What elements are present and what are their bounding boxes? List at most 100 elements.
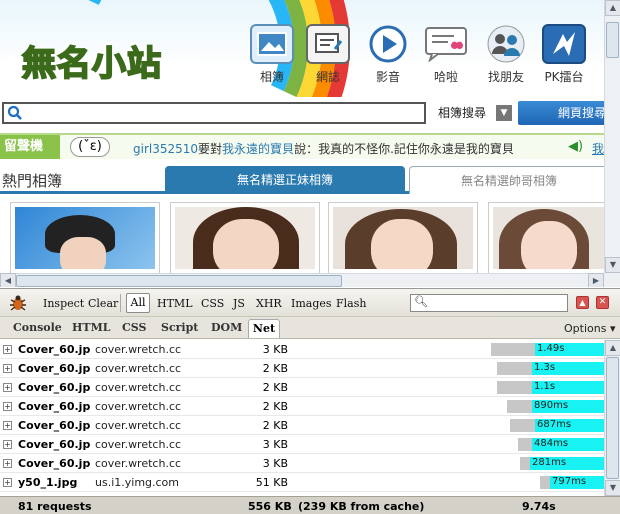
nav-chat[interactable]: 哈啦 (420, 24, 472, 85)
nav-video[interactable]: 影音 (362, 24, 414, 85)
summary-cache-size: (239 KB from cache) (298, 500, 425, 513)
guestbook-more-link[interactable]: 我 (592, 140, 604, 157)
clear-button[interactable]: Clear (88, 297, 118, 310)
net-request-row[interactable]: + Cover_60.jpg cover.wretch.cc 2 KB 1.1s (0, 378, 604, 397)
webpage-viewport: 無名小站 相簿 網誌 影音 哈啦 找朋友 PK擂台 相簿搜尋 ▼ 網頁搜尋 留聲… (0, 0, 620, 287)
scroll-up-icon[interactable]: ▲ (605, 340, 620, 356)
request-domain: cover.wretch.cc (95, 400, 182, 413)
page-horizontal-scroll-thumb[interactable] (16, 275, 342, 287)
nav-video-label: 影音 (375, 70, 400, 84)
nav-album[interactable]: 相簿 (246, 24, 298, 85)
nav-blog[interactable]: 網誌 (302, 24, 354, 85)
net-summary-row: 81 requests 556 KB (239 KB from cache) 9… (0, 496, 620, 514)
tab-console[interactable]: Console (13, 321, 62, 334)
firebug-search-input[interactable]: 🔍︎ (410, 294, 568, 312)
request-size: 51 KB (255, 476, 288, 489)
request-time: 1.1s (534, 381, 556, 392)
firebug-bug-icon[interactable] (8, 294, 28, 316)
net-vertical-scroll-thumb[interactable] (606, 357, 619, 479)
site-banner: 無名小站 相簿 網誌 影音 哈啦 找朋友 PK擂台 (0, 0, 604, 97)
search-input[interactable] (26, 105, 422, 121)
request-domain: cover.wretch.cc (95, 362, 182, 375)
toolbar-divider (120, 294, 121, 312)
filter-html-button[interactable]: HTML (157, 297, 193, 310)
page-vertical-scroll-thumb[interactable] (606, 22, 619, 58)
tab-featured-girls[interactable]: 無名精選正妹相簿 (165, 166, 405, 194)
tab-net[interactable]: Net (248, 319, 280, 338)
expand-icon[interactable]: + (3, 383, 12, 392)
summary-total-size: 556 KB (248, 500, 292, 513)
filter-css-button[interactable]: CSS (201, 297, 224, 310)
tab-html[interactable]: HTML (72, 321, 111, 334)
tab-css[interactable]: CSS (122, 321, 146, 334)
scroll-down-icon[interactable]: ▼ (605, 257, 620, 273)
speaker-icon[interactable]: ◀) (568, 139, 583, 154)
expand-icon[interactable]: + (3, 421, 12, 430)
request-size: 2 KB (262, 362, 288, 375)
filter-xhr-button[interactable]: XHR (256, 297, 282, 310)
nav-blog-label: 網誌 (315, 70, 340, 84)
expand-icon[interactable]: + (3, 402, 12, 411)
emoticon-face-icon: (ˇε) (70, 137, 110, 157)
expand-icon[interactable]: + (3, 345, 12, 354)
filter-images-button[interactable]: Images (291, 297, 332, 310)
filter-flash-button[interactable]: Flash (336, 297, 366, 310)
nav-chat-label: 哈啦 (433, 70, 458, 84)
guestbook-target-link[interactable]: 我永遠的寶貝 (222, 142, 294, 156)
request-size: 2 KB (262, 381, 288, 394)
request-time: 1.3s (534, 362, 556, 373)
firebug-panel-tabs: Console HTML CSS Script DOM Net Options … (0, 317, 620, 339)
timeline-wait-segment (497, 362, 532, 375)
minimize-icon[interactable]: ▲ (576, 296, 589, 309)
guestbook-user-link[interactable]: girl352510 (133, 142, 198, 156)
scroll-left-icon[interactable]: ◀ (0, 273, 16, 287)
expand-icon[interactable]: + (3, 440, 12, 449)
nav-pk[interactable]: PK擂台 (538, 24, 590, 85)
net-vertical-scrollbar[interactable]: ▲ ▼ (604, 340, 620, 496)
filter-all-button[interactable]: All (126, 293, 150, 313)
search-box[interactable] (2, 102, 426, 124)
net-request-row[interactable]: + y50_1.jpg us.i1.yimg.com 51 KB 797ms (0, 473, 604, 492)
request-size: 3 KB (262, 457, 288, 470)
album-tabs: 熱門相簿 無名精選正妹相簿 無名精選帥哥相簿 (0, 164, 609, 194)
expand-icon[interactable]: + (3, 478, 12, 487)
request-size: 2 KB (262, 419, 288, 432)
expand-icon[interactable]: + (3, 459, 12, 468)
inspect-button[interactable]: Inspect (43, 297, 84, 310)
album-thumbnail[interactable] (170, 202, 320, 274)
guestbook-message-text: 我真的不怪你.記住你永遠是我的寶貝 (318, 142, 514, 156)
filter-js-button[interactable]: JS (233, 297, 245, 310)
album-thumbnail[interactable] (10, 202, 160, 274)
search-category-select[interactable]: 相簿搜尋 (438, 104, 486, 121)
chat-bubble-icon (424, 24, 468, 64)
net-request-row[interactable]: + Cover_60.jpg cover.wretch.cc 2 KB 1.3s (0, 359, 604, 378)
nav-album-label: 相簿 (259, 70, 284, 84)
request-filename: Cover_60.jpg (18, 438, 90, 451)
tab-dom[interactable]: DOM (211, 321, 242, 334)
album-thumbnail[interactable] (488, 202, 618, 274)
album-thumbnail[interactable] (328, 202, 478, 274)
guestbook-ticker: 留聲機 (ˇε) girl352510要對我永遠的寶貝說：我真的不怪你.記住你永… (0, 133, 604, 159)
close-icon[interactable]: ✕ (596, 296, 609, 309)
nav-friends[interactable]: 找朋友 (480, 24, 532, 85)
web-search-button[interactable]: 網頁搜尋 (518, 101, 608, 125)
net-request-row[interactable]: + Cover_60.jpg cover.wretch.cc 2 KB 687ms (0, 416, 604, 435)
net-request-row[interactable]: + Cover_60.jpg cover.wretch.cc 3 KB 1.49s (0, 340, 604, 359)
site-logo[interactable]: 無名小站 (21, 36, 162, 85)
scroll-up-icon[interactable]: ▲ (605, 0, 620, 16)
page-horizontal-scrollbar[interactable]: ◀ ▶ (0, 273, 604, 287)
expand-icon[interactable]: + (3, 364, 12, 373)
tab-script[interactable]: Script (161, 321, 198, 334)
timeline-wait-segment (507, 400, 532, 413)
options-menu[interactable]: Options ▾ (564, 322, 615, 335)
net-request-row[interactable]: + Cover_60.jpg cover.wretch.cc 2 KB 890ms (0, 397, 604, 416)
dropdown-arrow-icon[interactable]: ▼ (496, 105, 512, 121)
scroll-right-icon[interactable]: ▶ (588, 273, 604, 287)
page-vertical-scrollbar[interactable]: ▲ ▼ (604, 0, 620, 273)
tab-featured-boys[interactable]: 無名精選帥哥相簿 (409, 166, 609, 194)
blog-icon (306, 24, 350, 64)
net-request-row[interactable]: + Cover_60.jpg cover.wretch.cc 3 KB 484ms (0, 435, 604, 454)
request-filename: Cover_60.jpg (18, 419, 90, 432)
net-request-row[interactable]: + Cover_60.jpg cover.wretch.cc 3 KB 281ms (0, 454, 604, 473)
scroll-down-icon[interactable]: ▼ (605, 480, 620, 496)
